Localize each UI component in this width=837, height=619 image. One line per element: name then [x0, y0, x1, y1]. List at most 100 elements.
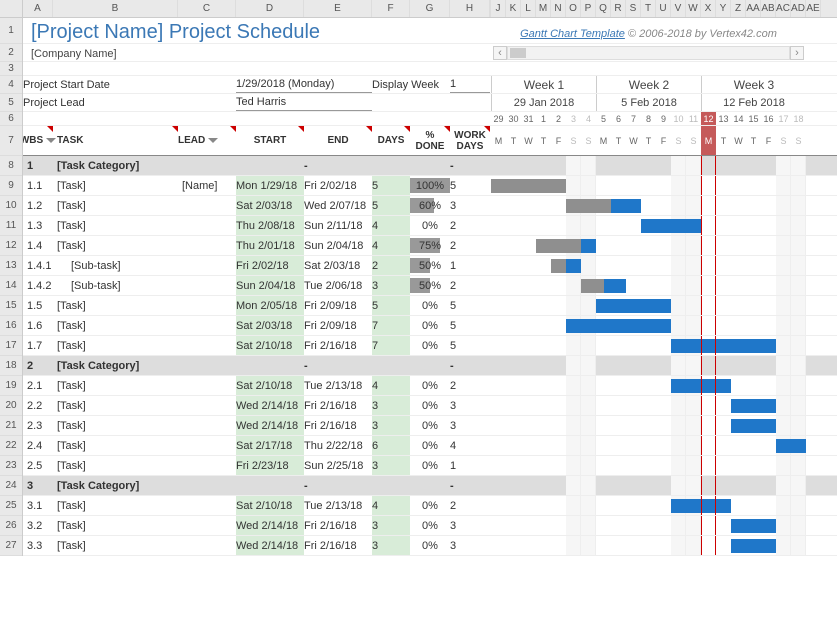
end-cell[interactable]: Tue 2/13/18	[304, 496, 372, 515]
comment-marker-icon[interactable]	[484, 126, 490, 132]
end-cell[interactable]: Fri 2/16/18	[304, 516, 372, 535]
col-header[interactable]: F	[372, 0, 410, 17]
task-cell[interactable]: [Task]	[53, 336, 178, 355]
row-header[interactable]: 26	[0, 516, 22, 536]
wbs-cell[interactable]: 1.7	[23, 336, 53, 355]
lead-cell[interactable]	[178, 216, 236, 235]
days-cell[interactable]	[372, 156, 410, 175]
company-name[interactable]: [Company Name]	[23, 44, 491, 61]
task-cell[interactable]: [Task]	[53, 376, 178, 395]
template-link[interactable]: Gantt Chart Template	[520, 28, 625, 40]
col-header[interactable]: R	[611, 0, 626, 17]
task-row[interactable]: 1.5[Task]Mon 2/05/18Fri 2/09/1850%5	[23, 296, 837, 316]
col-header[interactable]: U	[656, 0, 671, 17]
task-cell[interactable]: [Task]	[53, 456, 178, 475]
start-cell[interactable]: Sun 2/04/18	[236, 276, 304, 295]
days-cell[interactable]: 4	[372, 496, 410, 515]
column-header-start[interactable]: START	[236, 126, 304, 155]
column-header-lead[interactable]: LEAD	[178, 126, 236, 155]
pct-done-cell[interactable]: 50%	[410, 276, 450, 295]
work-days-cell[interactable]: 2	[450, 496, 490, 515]
task-cell[interactable]: [Task]	[53, 176, 178, 195]
col-header[interactable]: Q	[596, 0, 611, 17]
start-cell[interactable]: Fri 2/23/18	[236, 456, 304, 475]
days-cell[interactable]: 3	[372, 536, 410, 555]
wbs-cell[interactable]: 2.3	[23, 416, 53, 435]
pct-done-cell[interactable]: 0%	[410, 376, 450, 395]
task-row[interactable]: 3.1[Task]Sat 2/10/18Tue 2/13/1840%2	[23, 496, 837, 516]
col-header[interactable]: O	[566, 0, 581, 17]
start-cell[interactable]: Sat 2/03/18	[236, 316, 304, 335]
col-header[interactable]: X	[701, 0, 716, 17]
work-days-cell[interactable]: 3	[450, 416, 490, 435]
wbs-cell[interactable]: 1.4.2	[23, 276, 53, 295]
pct-done-cell[interactable]: 60%	[410, 196, 450, 215]
end-cell[interactable]: Sun 2/11/18	[304, 216, 372, 235]
pct-done-cell[interactable]: 100%	[410, 176, 450, 195]
start-cell[interactable]	[236, 356, 304, 375]
end-cell[interactable]: Tue 2/13/18	[304, 376, 372, 395]
lead-cell[interactable]	[178, 296, 236, 315]
days-cell[interactable]: 6	[372, 436, 410, 455]
end-cell[interactable]: -	[304, 476, 372, 495]
start-cell[interactable]: Wed 2/14/18	[236, 516, 304, 535]
wbs-cell[interactable]: 1.3	[23, 216, 53, 235]
pct-done-cell[interactable]	[410, 476, 450, 495]
category-row[interactable]: 2[Task Category]--	[23, 356, 837, 376]
task-row[interactable]: 1.6[Task]Sat 2/03/18Fri 2/09/1870%5	[23, 316, 837, 336]
row-header[interactable]: 20	[0, 396, 22, 416]
wbs-cell[interactable]: 2.4	[23, 436, 53, 455]
work-days-cell[interactable]: 5	[450, 176, 490, 195]
row-header[interactable]: 23	[0, 456, 22, 476]
col-header[interactable]: W	[686, 0, 701, 17]
work-days-cell[interactable]: 3	[450, 396, 490, 415]
col-header[interactable]: A	[23, 0, 53, 17]
work-days-cell[interactable]: 3	[450, 196, 490, 215]
task-cell[interactable]: [Sub-task]	[53, 276, 178, 295]
row-header[interactable]: 21	[0, 416, 22, 436]
days-cell[interactable]: 5	[372, 196, 410, 215]
col-header[interactable]: Y	[716, 0, 731, 17]
task-row[interactable]: 1.2[Task]Sat 2/03/18Wed 2/07/18560%3	[23, 196, 837, 216]
work-days-cell[interactable]: 5	[450, 296, 490, 315]
wbs-cell[interactable]: 1.4.1	[23, 256, 53, 275]
start-cell[interactable]: Fri 2/02/18	[236, 256, 304, 275]
days-cell[interactable]: 3	[372, 456, 410, 475]
column-header-work[interactable]: WORK DAYS	[450, 126, 490, 155]
task-row[interactable]: 2.1[Task]Sat 2/10/18Tue 2/13/1840%2	[23, 376, 837, 396]
work-days-cell[interactable]: 2	[450, 216, 490, 235]
wbs-cell[interactable]: 1.1	[23, 176, 53, 195]
wbs-cell[interactable]: 2.5	[23, 456, 53, 475]
work-days-cell[interactable]: 1	[450, 256, 490, 275]
col-header[interactable]: H	[450, 0, 490, 17]
days-cell[interactable]: 3	[372, 516, 410, 535]
col-header[interactable]: S	[626, 0, 641, 17]
row-header[interactable]: 9	[0, 176, 22, 196]
pct-done-cell[interactable]: 0%	[410, 296, 450, 315]
column-header-days[interactable]: DAYS	[372, 126, 410, 155]
work-days-cell[interactable]: 2	[450, 376, 490, 395]
row-header[interactable]: 3	[0, 62, 22, 76]
start-cell[interactable]: Thu 2/01/18	[236, 236, 304, 255]
days-cell[interactable]: 4	[372, 236, 410, 255]
row-header[interactable]: 22	[0, 436, 22, 456]
col-header[interactable]: B	[53, 0, 178, 17]
gantt-bar[interactable]	[731, 419, 776, 433]
pct-done-cell[interactable]: 75%	[410, 236, 450, 255]
task-row[interactable]: 3.3[Task]Wed 2/14/18Fri 2/16/1830%3	[23, 536, 837, 556]
end-cell[interactable]: Fri 2/16/18	[304, 536, 372, 555]
start-cell[interactable]: Sat 2/17/18	[236, 436, 304, 455]
pct-done-cell[interactable]	[410, 356, 450, 375]
category-row[interactable]: 1[Task Category]--	[23, 156, 837, 176]
days-cell[interactable]: 4	[372, 376, 410, 395]
row-header[interactable]: 8	[0, 156, 22, 176]
row-header[interactable]: 7	[0, 126, 22, 156]
row-header[interactable]: 5	[0, 94, 22, 112]
wbs-cell[interactable]: 1.6	[23, 316, 53, 335]
task-cell[interactable]: [Task]	[53, 396, 178, 415]
row-header[interactable]: 24	[0, 476, 22, 496]
task-cell[interactable]: [Task]	[53, 436, 178, 455]
task-cell[interactable]: [Sub-task]	[53, 256, 178, 275]
pct-done-cell[interactable]: 50%	[410, 256, 450, 275]
end-cell[interactable]: Fri 2/09/18	[304, 316, 372, 335]
